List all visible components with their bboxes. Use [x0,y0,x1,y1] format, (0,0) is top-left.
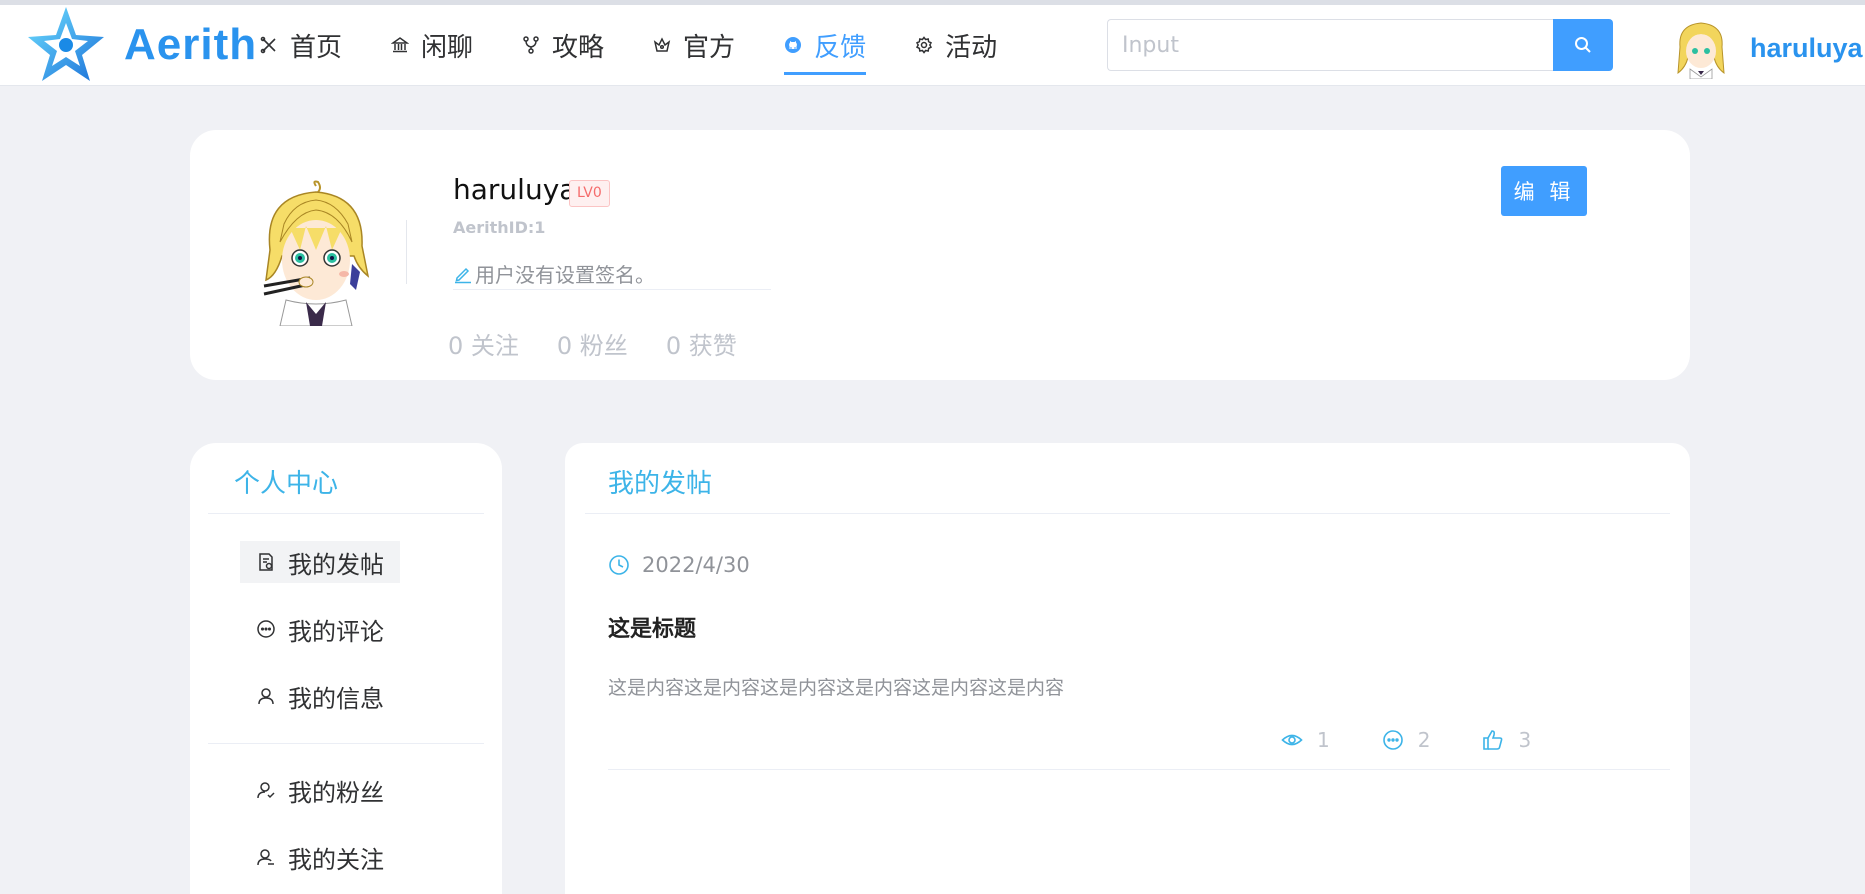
post-views: 1 [1281,728,1330,752]
thumbs-up-icon [1482,729,1504,751]
post-likes-count: 3 [1518,728,1532,752]
header-user[interactable]: haruluya [1672,15,1863,81]
site-logo[interactable]: Aerith [22,5,257,85]
post-comments[interactable]: 2 [1382,728,1431,752]
nav-item-home[interactable]: 首页 [260,5,342,85]
fans-count[interactable]: 0 粉丝 [557,326,628,361]
nav-label: 首页 [290,32,343,63]
sidebar-item-label: 我的粉丝 [288,778,384,807]
nav-item-chat[interactable]: 闲聊 [391,5,473,85]
sidebar-item-label: 我的发帖 [288,550,384,579]
github-icon [784,36,802,54]
sidebar-item-my-comments[interactable]: 我的评论 [240,608,400,650]
search-input[interactable] [1107,19,1553,71]
edit-pen-icon [453,264,473,284]
nav-item-official[interactable]: 官方 [653,5,735,85]
aerith-id: AerithID:1 [453,218,546,237]
signature-field[interactable]: 用户没有设置签名。 [453,258,771,290]
document-icon [256,552,276,572]
post-comments-count: 2 [1417,728,1431,752]
posts-title: 我的发帖 [608,469,713,499]
nav-item-activity[interactable]: 活动 [915,5,997,85]
profile-avatar[interactable] [256,180,374,326]
post-likes[interactable]: 3 [1482,728,1531,752]
nav-label: 攻略 [552,32,605,63]
post-views-count: 1 [1317,728,1330,752]
logo-star-icon [28,7,104,81]
post-content[interactable]: 这是内容这是内容这是内容这是内容这是内容这是内容 [608,673,1064,700]
sidebar-item-label: 我的信息 [288,684,384,713]
sidebar-item-my-posts[interactable]: 我的发帖 [240,541,400,583]
profile-divider [406,220,407,284]
main-nav: 首页 闲聊 攻略 官方 反馈 活动 [260,5,1046,85]
sidebar-item-label: 我的关注 [288,845,384,874]
search-bar [1107,19,1613,71]
sidebar-item-my-info[interactable]: 我的信息 [240,675,400,717]
nav-label: 活动 [945,32,998,63]
following-count[interactable]: 0 关注 [448,326,519,361]
sidebar-divider [208,513,484,514]
signature-text: 用户没有设置签名。 [475,263,655,287]
comment-icon [256,619,276,639]
level-badge: LV0 [569,180,610,207]
likes-count: 0 获赞 [665,332,737,360]
search-button[interactable] [1553,19,1613,71]
scissors-icon [260,36,278,54]
user-icon [256,686,276,706]
post-meta: 1 2 3 [1281,728,1583,752]
personal-center-sidebar: 个人中心 我的发帖 我的评论 我的信息 我的粉丝 我的关注 [190,443,502,894]
logo-text: Aerith [124,20,258,69]
nav-label: 闲聊 [421,32,474,63]
nav-label: 官方 [683,32,736,63]
nav-item-feedback[interactable]: 反馈 [784,5,867,85]
sidebar-item-my-following[interactable]: 我的关注 [240,836,400,878]
comment-icon [1382,729,1404,751]
post-divider [608,769,1670,770]
nav-label: 反馈 [814,32,867,63]
post-title[interactable]: 这是标题 [608,611,696,643]
branch-icon [522,36,540,54]
clock-icon [608,554,630,576]
post-date: 2022/4/30 [608,553,750,577]
profile-name: haruluya [453,173,577,206]
header-username[interactable]: haruluya [1750,33,1863,64]
gear-icon [915,36,933,54]
post-date-text: 2022/4/30 [642,553,750,577]
top-navbar: Aerith 首页 闲聊 攻略 官方 反馈 活动 Input haruluya [0,0,1865,86]
sidebar-divider [208,743,484,744]
profile-stats: 0 关注 0 粉丝 0 获赞 [448,326,775,361]
nav-item-guide[interactable]: 攻略 [522,5,604,85]
search-icon [1575,37,1591,53]
user-follow-icon [256,847,276,867]
sidebar-item-label: 我的评论 [288,617,384,646]
bank-icon [391,36,410,54]
sidebar-item-my-fans[interactable]: 我的粉丝 [240,769,400,811]
my-posts-panel: 我的发帖 2022/4/30 这是标题 这是内容这是内容这是内容这是内容这是内容… [565,443,1690,894]
profile-card: haruluya LV0 AerithID:1 用户没有设置签名。 0 关注 0… [190,130,1690,380]
edit-profile-button[interactable]: 编 辑 [1501,166,1587,216]
sidebar-title: 个人中心 [234,469,339,499]
crown-icon [653,36,671,54]
eye-icon [1281,729,1303,751]
avatar[interactable] [1672,17,1730,79]
posts-divider [585,513,1670,514]
user-fans-icon [256,780,276,800]
